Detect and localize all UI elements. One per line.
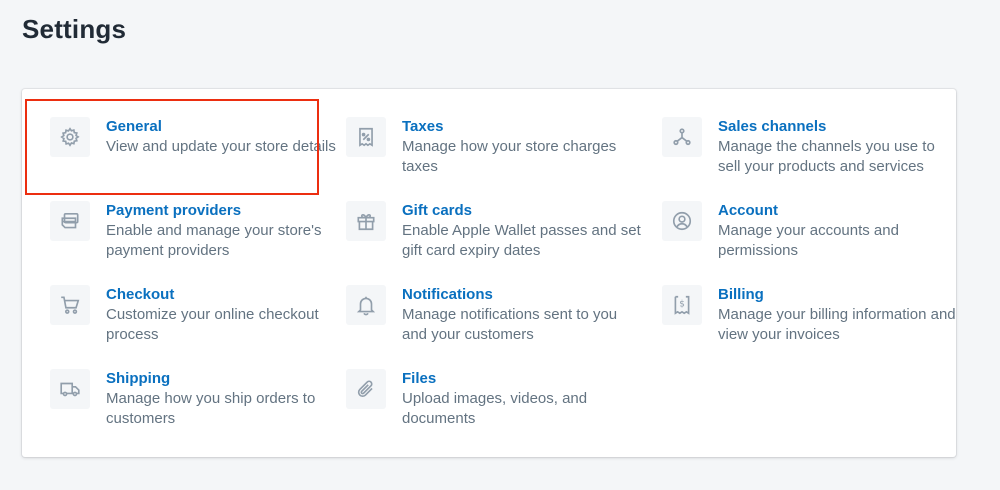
- payment-card-icon: [50, 201, 90, 241]
- truck-icon: [50, 369, 90, 409]
- settings-item-description: Customize your online checkout process: [106, 306, 319, 343]
- settings-item-title: Account: [718, 202, 778, 219]
- settings-item-description: Upload images, videos, and documents: [402, 390, 588, 427]
- settings-item-description: Manage your accounts and permissions: [718, 222, 899, 259]
- settings-item-description: Manage how your store charges taxes: [402, 138, 617, 175]
- tax-receipt-icon: [346, 117, 386, 157]
- settings-item-description: Manage your billing information and view…: [718, 306, 956, 343]
- settings-item-description: View and update your store details: [106, 138, 336, 155]
- settings-item-sales-channels[interactable]: Sales channels Manage the channels you u…: [662, 117, 952, 181]
- settings-item-taxes[interactable]: Taxes Manage how your store charges taxe…: [346, 117, 636, 181]
- settings-item-title: General: [106, 118, 162, 135]
- settings-item-description: Manage notifications sent to you and you…: [402, 306, 618, 343]
- settings-item-description: Manage how you ship orders to customers: [106, 390, 316, 427]
- settings-item-general[interactable]: General View and update your store detai…: [50, 117, 340, 181]
- gear-icon: [50, 117, 90, 157]
- settings-item-title: Files: [402, 370, 437, 387]
- settings-item-title: Notifications: [402, 286, 493, 303]
- settings-item-title: Payment providers: [106, 202, 242, 219]
- settings-item-title: Gift cards: [402, 202, 473, 219]
- settings-item-gift-cards[interactable]: Gift cards Enable Apple Wallet passes an…: [346, 201, 641, 265]
- gift-icon: [346, 201, 386, 241]
- settings-item-description: Enable and manage your store's payment p…: [106, 222, 322, 259]
- account-icon: [662, 201, 702, 241]
- settings-item-description: Enable Apple Wallet passes and set gift …: [402, 222, 641, 259]
- settings-item-title: Taxes: [402, 118, 444, 135]
- settings-item-description: Manage the channels you use to sell your…: [718, 138, 935, 175]
- settings-item-payment-providers[interactable]: Payment providers Enable and manage your…: [50, 201, 340, 265]
- paperclip-icon: [346, 369, 386, 409]
- settings-item-notifications[interactable]: Notifications Manage notifications sent …: [346, 285, 636, 349]
- bell-icon: [346, 285, 386, 325]
- settings-item-checkout[interactable]: Checkout Customize your online checkout …: [50, 285, 340, 349]
- settings-item-billing[interactable]: $ Billing Manage your billing informatio…: [662, 285, 956, 349]
- sales-channels-icon: [662, 117, 702, 157]
- billing-icon: $: [662, 285, 702, 325]
- svg-text:$: $: [679, 300, 685, 310]
- settings-item-title: Billing: [718, 286, 764, 303]
- settings-item-shipping[interactable]: Shipping Manage how you ship orders to c…: [50, 369, 340, 433]
- settings-item-title: Checkout: [106, 286, 175, 303]
- settings-item-account[interactable]: Account Manage your accounts and permiss…: [662, 201, 952, 265]
- page-title: Settings: [22, 14, 127, 44]
- settings-item-title: Sales channels: [718, 118, 827, 135]
- settings-item-title: Shipping: [106, 370, 171, 387]
- cart-icon: [50, 285, 90, 325]
- settings-item-files[interactable]: Files Upload images, videos, and documen…: [346, 369, 636, 433]
